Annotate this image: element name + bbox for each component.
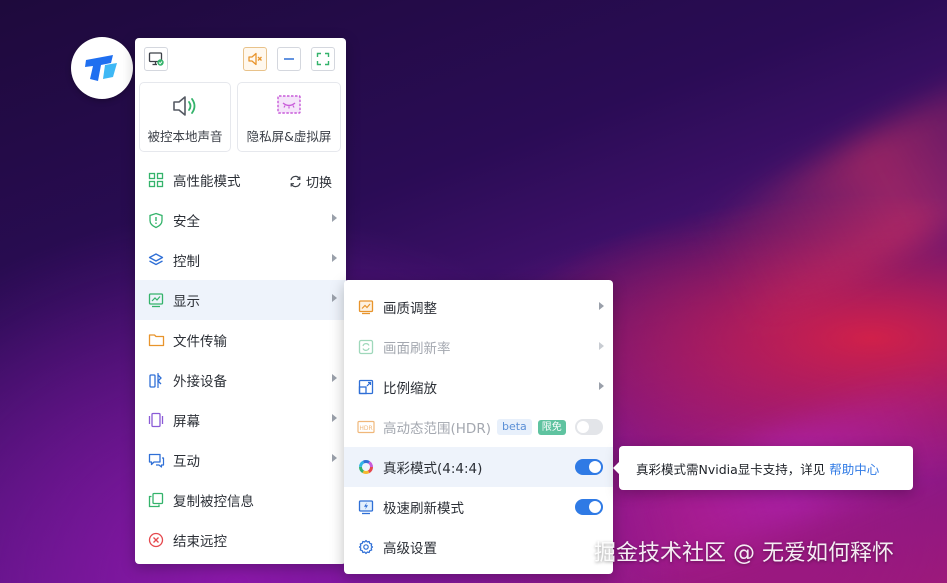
menu-item-label: 控制 [173,254,200,270]
chevron-right-icon [599,382,604,390]
chevron-right-icon [599,342,604,350]
chevron-right-icon [599,302,604,310]
tile-privacy-screen[interactable]: 隐私屏&虚拟屏 [237,82,341,152]
fullscreen-button[interactable] [311,47,335,71]
menu-item-copy-info[interactable]: 复制被控信息 [135,480,346,520]
speaker-mute-icon [248,52,262,66]
monitor-check-button[interactable] [144,47,168,71]
remote-control-panel: 被控本地声音 隐私屏&虚拟屏 高性能模式 切换 安全 控制 显示 文件传输 外接… [135,38,346,564]
display-submenu: 画质调整 画面刷新率 比例缩放 HDR 高动态范围(HDR) beta 限免 真… [344,280,613,574]
grid-icon [147,171,165,189]
submenu-item-fast-refresh[interactable]: 极速刷新模式 [344,487,613,527]
layers-icon [147,251,165,269]
switch-arrows-icon [290,175,301,188]
minimize-button[interactable] [277,47,301,71]
close-circle-icon [147,531,165,549]
chevron-right-icon [332,414,337,422]
main-menu: 高性能模式 切换 安全 控制 显示 文件传输 外接设备 屏幕 互动 复制被控信息… [135,160,346,560]
chat-icon [147,451,165,469]
minimize-icon [284,58,294,60]
tile-local-sound[interactable]: 被控本地声音 [139,82,231,152]
menu-item-label: 屏幕 [173,414,200,430]
menu-item-security[interactable]: 安全 [135,200,346,240]
svg-text:HDR: HDR [359,425,372,432]
submenu-item-scale[interactable]: 比例缩放 [344,367,613,407]
todesk-logo-icon [85,55,117,81]
submenu-item-label: 画质调整 [383,301,437,317]
hdr-icon: HDR [357,418,375,436]
menu-item-file-transfer[interactable]: 文件传输 [135,320,346,360]
menu-item-display[interactable]: 显示 [135,280,346,320]
menu-item-label: 文件传输 [173,334,227,350]
menu-item-label: 高性能模式 [173,174,241,190]
quick-tiles: 被控本地声音 隐私屏&虚拟屏 [139,82,341,154]
submenu-item-true-color[interactable]: 真彩模式(4:4:4) [344,447,613,487]
gear-icon [357,538,375,556]
chevron-right-icon [332,374,337,382]
menu-item-screen[interactable]: 屏幕 [135,400,346,440]
submenu-item-label: 高动态范围(HDR) [383,421,491,437]
menu-item-label: 互动 [173,454,200,470]
tile-local-sound-label: 被控本地声音 [147,129,223,144]
switch-mode-label: 切换 [305,176,332,191]
help-center-link[interactable]: 帮助中心 [829,459,879,478]
chevron-right-icon [332,254,337,262]
menu-item-external-devices[interactable]: 外接设备 [135,360,346,400]
hdr-toggle[interactable] [575,419,603,435]
submenu-item-hdr[interactable]: HDR 高动态范围(HDR) beta 限免 [344,407,613,447]
menu-item-label: 安全 [173,214,200,230]
copy-icon [147,491,165,509]
menu-item-label: 复制被控信息 [173,494,254,510]
true-color-toggle[interactable] [575,459,603,475]
color-wheel-icon [357,458,375,476]
menu-item-label: 显示 [173,294,200,310]
submenu-item-refresh-rate[interactable]: 画面刷新率 [344,327,613,367]
chevron-right-icon [332,214,337,222]
menu-item-end-remote[interactable]: 结束远控 [135,520,346,560]
submenu-item-label: 比例缩放 [383,381,437,397]
monitor-check-icon [148,52,164,66]
tooltip-text: 真彩模式需Nvidia显卡支持，详见 [636,461,826,477]
submenu-item-label: 真彩模式(4:4:4) [383,461,483,477]
fullscreen-icon [316,52,330,66]
mute-button[interactable] [243,47,267,71]
menu-item-label: 结束远控 [173,534,227,550]
image-quality-icon [357,298,375,316]
panel-toolbar [135,47,346,73]
folder-icon [147,331,165,349]
fast-refresh-toggle[interactable] [575,499,603,515]
submenu-item-label: 高级设置 [383,541,437,557]
switch-mode-button[interactable]: 切换 [289,172,332,191]
privacy-screen-icon [277,95,301,114]
submenu-item-label: 极速刷新模式 [383,501,464,517]
display-chart-icon [147,291,165,309]
true-color-tooltip: 真彩模式需Nvidia显卡支持，详见 帮助中心 [613,446,913,490]
tile-privacy-screen-label: 隐私屏&虚拟屏 [246,129,332,144]
menu-item-control[interactable]: 控制 [135,240,346,280]
screen-icon [147,411,165,429]
chevron-right-icon [332,454,337,462]
watermark: 掘金技术社区 @ 无爱如何释怀 [594,541,894,566]
submenu-item-advanced-settings[interactable]: 高级设置 [344,527,613,567]
beta-badge: beta [496,419,532,435]
scale-icon [357,378,375,396]
chevron-right-icon [332,294,337,302]
speaker-sound-icon [173,96,196,116]
menu-item-label: 外接设备 [173,374,227,390]
submenu-item-label: 画面刷新率 [383,341,451,357]
refresh-icon [357,338,375,356]
wallpaper-streak [694,47,947,333]
todesk-logo[interactable] [71,37,133,99]
shield-icon [147,211,165,229]
submenu-item-image-quality[interactable]: 画质调整 [344,287,613,327]
usb-device-icon [147,371,165,389]
free-badge: 限免 [537,419,566,435]
menu-item-performance-mode[interactable]: 高性能模式 切换 [135,160,346,200]
lightning-screen-icon [357,498,375,516]
menu-item-interaction[interactable]: 互动 [135,440,346,480]
